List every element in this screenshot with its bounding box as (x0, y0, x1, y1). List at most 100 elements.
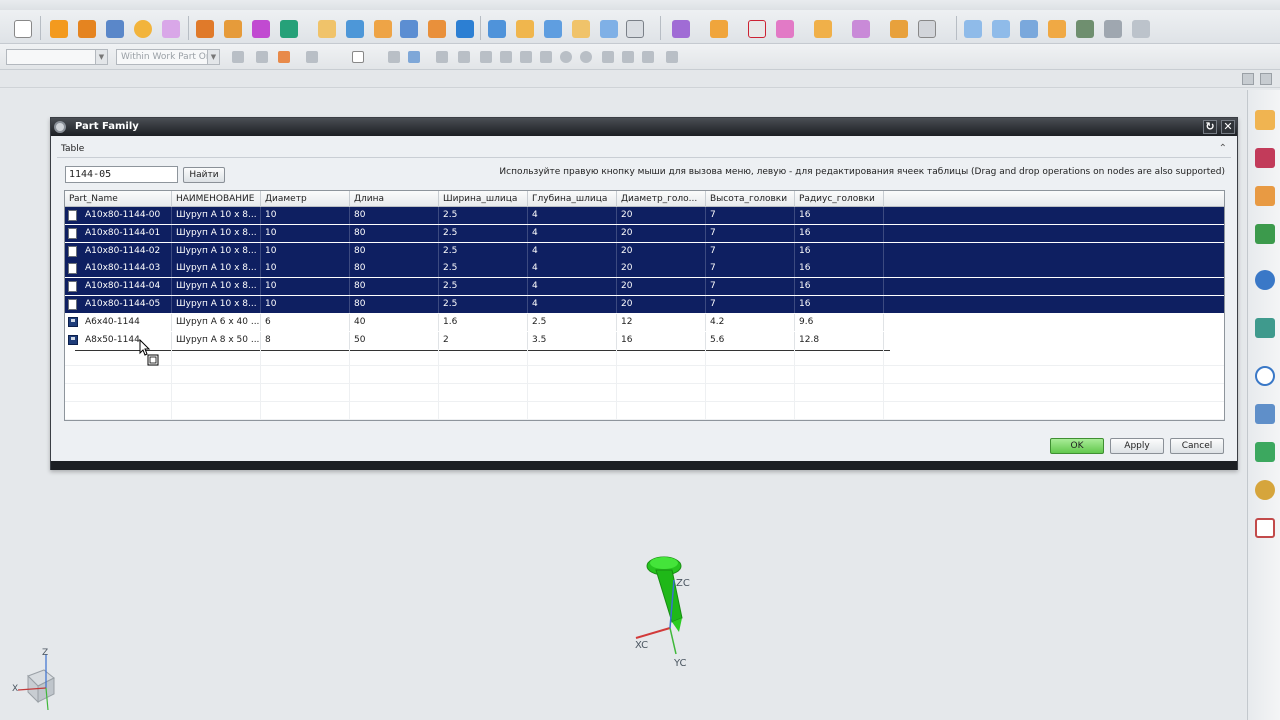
existing-point-icon[interactable] (580, 51, 592, 63)
column-header[interactable]: Ширина_шлица (439, 191, 528, 207)
wireframe-icon[interactable] (408, 51, 420, 63)
box-icon[interactable] (488, 20, 506, 38)
component-icon[interactable] (710, 20, 728, 38)
table-cell[interactable]: 7 (706, 242, 795, 260)
grid-icon[interactable] (666, 51, 678, 63)
table-cell[interactable]: 9.6 (795, 313, 884, 331)
table-cell[interactable]: 20 (617, 242, 706, 260)
table-cell[interactable]: 10 (261, 260, 350, 278)
sketch-icon[interactable] (50, 20, 68, 38)
table-cell[interactable]: 4.2 (706, 313, 795, 331)
point-icon[interactable] (224, 20, 242, 38)
blend-icon[interactable] (346, 20, 364, 38)
shell-icon[interactable] (318, 20, 336, 38)
assembly-navigator-icon[interactable] (1255, 110, 1275, 130)
table-cell[interactable]: 16 (795, 260, 884, 278)
system-scenes-icon[interactable] (1255, 518, 1275, 538)
view-icon[interactable] (626, 20, 644, 38)
point-on-curve-icon[interactable] (602, 51, 614, 63)
reuse-library-icon[interactable] (1255, 224, 1275, 244)
column-header[interactable]: НАИМЕНОВАНИЕ (172, 191, 261, 207)
pattern-icon[interactable] (428, 20, 446, 38)
table-cell[interactable]: 20 (617, 278, 706, 296)
table-cell[interactable]: 16 (795, 296, 884, 313)
table-cell[interactable]: 20 (617, 224, 706, 242)
table-cell[interactable]: 20 (617, 207, 706, 224)
sweep-icon[interactable] (1020, 20, 1038, 38)
table-cell[interactable]: 10 (261, 278, 350, 296)
column-header[interactable]: Высота_головки (706, 191, 795, 207)
snap-icon[interactable] (256, 51, 268, 63)
table-cell[interactable]: 7 (706, 296, 795, 313)
table-cell[interactable]: 80 (350, 207, 439, 224)
table-cell[interactable]: 4 (528, 224, 617, 242)
table-row[interactable]: A10x80-1144-01 Шуруп А 10 х 8... 10 80 2.5 4 2… (65, 224, 1224, 242)
table-row[interactable]: A10x80-1144-02 Шуруп А 10 х 8... 10 80 2.5 4 2… (65, 242, 1224, 260)
maximize-icon[interactable] (1260, 73, 1272, 85)
table-cell[interactable]: Шуруп А 10 х 8... (172, 260, 261, 278)
table-cell[interactable]: A6x40-1144 (81, 313, 172, 331)
cone-icon[interactable] (544, 20, 562, 38)
table-cell[interactable]: 5.6 (706, 331, 795, 349)
shading-icon[interactable] (388, 51, 400, 63)
table-cell[interactable]: 10 (261, 224, 350, 242)
table-cell[interactable]: 80 (350, 242, 439, 260)
column-header[interactable]: Радиус_головки (795, 191, 884, 207)
surface-icon[interactable] (964, 20, 982, 38)
table-group-header[interactable]: Table ⌃ (57, 140, 1231, 158)
table-cell[interactable]: 16 (795, 278, 884, 296)
layout-icon[interactable] (918, 20, 936, 38)
search-input[interactable]: 1144-05 (65, 166, 178, 183)
table-cell[interactable]: 4 (528, 242, 617, 260)
constraint-navigator-icon[interactable] (1255, 148, 1275, 168)
table-cell[interactable]: 2.5 (439, 296, 528, 313)
table-cell[interactable]: 2.5 (439, 278, 528, 296)
filter-icon[interactable] (232, 51, 244, 63)
table-cell[interactable]: 7 (706, 207, 795, 224)
table-cell[interactable]: 2.5 (528, 313, 617, 331)
constraint-icon[interactable] (748, 20, 766, 38)
curve-icon[interactable] (252, 20, 270, 38)
table-cell[interactable]: 7 (706, 278, 795, 296)
close-icon[interactable]: ✕ (1221, 120, 1235, 134)
table-cell[interactable]: 16 (795, 224, 884, 242)
column-header[interactable]: Part_Name (65, 191, 172, 207)
table-cell[interactable]: 40 (350, 313, 439, 331)
roles-icon[interactable] (1255, 480, 1275, 500)
gear-icon[interactable] (54, 121, 66, 133)
quadrant-icon[interactable] (560, 51, 572, 63)
table-cell[interactable]: Шуруп А 10 х 8... (172, 224, 261, 242)
table-cell[interactable]: 4 (528, 278, 617, 296)
table-cell[interactable]: 2.5 (439, 260, 528, 278)
type-filter-combo[interactable]: ▼ (6, 49, 108, 65)
table-cell[interactable]: 12 (617, 313, 706, 331)
column-header[interactable]: Глубина_шлица (528, 191, 617, 207)
datum-icon[interactable] (196, 20, 214, 38)
web-browser-icon[interactable] (1255, 270, 1275, 290)
process-studio-icon[interactable] (1255, 442, 1275, 462)
table-cell[interactable]: 3.5 (528, 331, 617, 349)
table-row[interactable]: A10x80-1144-00 Шуруп А 10 х 8... 10 80 2.5 4 2… (65, 207, 1224, 224)
system-materials-icon[interactable] (1255, 404, 1275, 424)
assembly-icon[interactable] (672, 20, 690, 38)
apply-button[interactable]: Apply (1110, 438, 1164, 454)
find-button[interactable]: Найти (183, 167, 225, 183)
part-family-table[interactable]: Part_Name НАИМЕНОВАНИЕ Диаметр Длина Ширина_… (64, 190, 1225, 421)
table-cell[interactable]: 2.5 (439, 242, 528, 260)
table-cell[interactable]: 4 (528, 207, 617, 224)
trim-icon[interactable] (400, 20, 418, 38)
table-cell[interactable]: 80 (350, 224, 439, 242)
table-cell[interactable]: 7 (706, 224, 795, 242)
deselect-icon[interactable] (306, 51, 318, 63)
chamfer-icon[interactable] (280, 20, 298, 38)
table-cell[interactable]: A10x80-1144-01 (81, 224, 172, 242)
table-cell[interactable]: A10x80-1144-00 (81, 207, 172, 224)
select-all-icon[interactable] (278, 51, 290, 63)
table-cell[interactable]: 10 (261, 242, 350, 260)
table-cell[interactable]: 50 (350, 331, 439, 349)
table-row[interactable]: A10x80-1144-03 Шуруп А 10 х 8... 10 80 2.5 4 2… (65, 260, 1224, 278)
table-cell[interactable]: Шуруп А 6 х 40 ... (172, 313, 261, 331)
revolve-icon[interactable] (106, 20, 124, 38)
hole-icon[interactable] (134, 20, 152, 38)
extrude-icon[interactable] (78, 20, 96, 38)
